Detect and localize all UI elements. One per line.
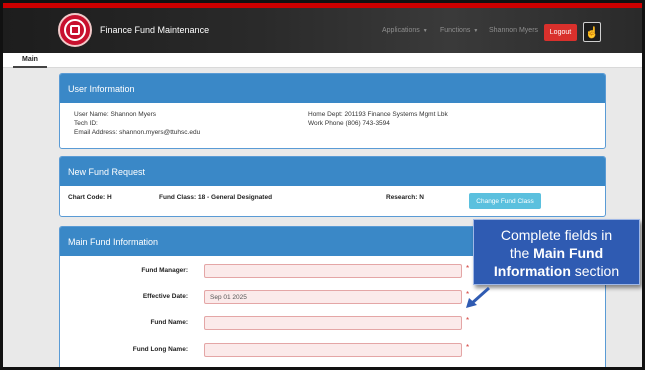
fund-long-name-input[interactable] (204, 343, 462, 357)
nav-functions-label: Functions (440, 27, 471, 34)
caret-down-icon: ▼ (473, 28, 479, 34)
research-text: Research: N (386, 194, 424, 201)
nav-applications-menu[interactable]: Applications ▼ (382, 27, 428, 34)
nav-user-name[interactable]: Shannon Myers (489, 27, 538, 34)
fund-manager-input[interactable] (204, 264, 462, 278)
callout-line-2-bold: Main Fund (533, 245, 604, 261)
callout-line-2: the Main Fund (474, 244, 639, 262)
fund-long-name-label: Fund Long Name: (132, 346, 188, 353)
user-name-text: User Name: Shannon Myers (74, 111, 157, 118)
tab-main[interactable]: Main (13, 53, 47, 68)
nav-applications-label: Applications (382, 27, 420, 34)
email-text: Email Address: shannon.myers@ttuhsc.edu (74, 129, 201, 136)
callout-line-3: Information section (474, 262, 639, 280)
callout-line-3-suffix: section (574, 263, 620, 279)
chart-code-text: Chart Code: H (68, 194, 112, 201)
work-phone-text: Work Phone (806) 743-3594 (308, 120, 390, 127)
app-title[interactable]: Finance Fund Maintenance (100, 25, 209, 35)
navbar: Finance Fund Maintenance Applications ▼ F… (3, 8, 642, 53)
fund-class-text: Fund Class: 18 - General Designated (159, 194, 273, 201)
callout-line-1: Complete fields in (500, 227, 613, 243)
change-fund-class-button[interactable]: Change Fund Class (469, 193, 541, 209)
screenshot-frame: Finance Fund Maintenance Applications ▼ F… (0, 0, 645, 370)
required-asterisk: * (466, 264, 470, 273)
user-information-panel: User Information User Name: Shannon Myer… (59, 73, 606, 149)
required-asterisk: * (466, 316, 470, 325)
logout-button[interactable]: Logout (544, 24, 577, 41)
fund-manager-label: Fund Manager: (141, 267, 188, 274)
caret-down-icon: ▼ (422, 28, 428, 34)
required-asterisk: * (466, 343, 470, 352)
tab-bar: Main (3, 53, 642, 68)
new-fund-request-panel: New Fund Request Chart Code: H Fund Clas… (59, 156, 606, 217)
university-seal-logo[interactable] (58, 13, 92, 47)
nav-functions-menu[interactable]: Functions ▼ (440, 27, 478, 34)
hand-pointer-icon[interactable]: ☝ (583, 22, 601, 42)
fund-name-label: Fund Name: (150, 319, 188, 326)
panel-title: New Fund Request (60, 157, 605, 186)
effective-date-input[interactable]: Sep 01 2025 (204, 290, 462, 304)
effective-date-label: Effective Date: (142, 293, 188, 300)
callout-arrow-icon (466, 286, 490, 308)
fund-name-input[interactable] (204, 316, 462, 330)
callout-line-2-prefix: the (509, 245, 530, 261)
panel-title: User Information (60, 74, 605, 103)
tech-id-text: Tech ID: (74, 120, 98, 127)
home-dept-text: Home Dept: 201193 Finance Systems Mgmt L… (308, 111, 448, 118)
callout-line-3-bold: Information (493, 263, 571, 279)
instruction-callout: Complete fields in the Main Fund Informa… (473, 219, 640, 285)
seal-inner-icon (64, 19, 86, 41)
